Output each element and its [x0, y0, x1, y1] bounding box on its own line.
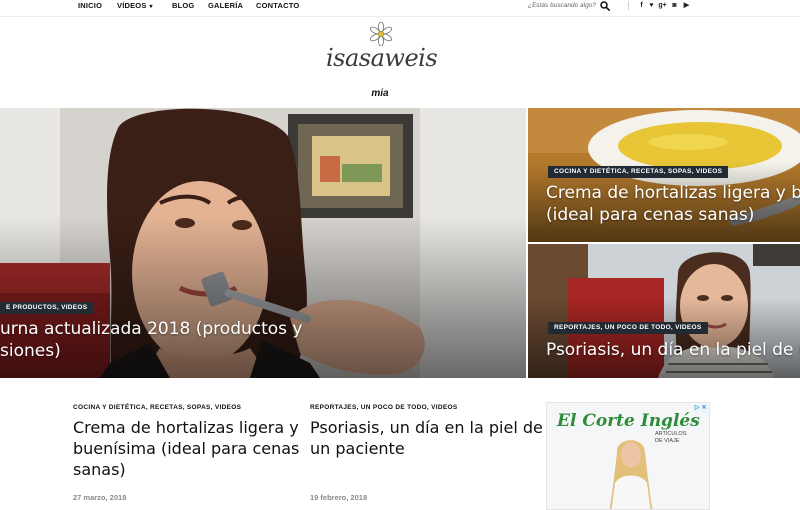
twitter-icon[interactable]: ♥	[647, 0, 656, 12]
search-input[interactable]	[528, 0, 598, 11]
article-title-line2[interactable]: buenísima (ideal para cenas	[73, 438, 299, 459]
side-top-title-line1[interactable]: Crema de hortalizas ligera y buení	[546, 182, 800, 204]
featured-post-main[interactable]: E PRODUCTOS, VIDEOS urna actualizada 201…	[0, 108, 526, 378]
featured-post-side-top[interactable]: COCINA Y DIETÉTICA, RECETAS, SOPAS, VIDE…	[528, 108, 800, 242]
featured-post-title-line1[interactable]: urna actualizada 2018 (productos y	[0, 318, 303, 340]
nav-item-videos-label: VÍDEOS	[117, 1, 147, 10]
close-icon[interactable]: ✕	[701, 404, 707, 413]
article-title-line2[interactable]: un paciente	[310, 438, 405, 459]
ad-subtitle-line2: DE VIAJE	[655, 438, 680, 444]
category-badge[interactable]: COCINA Y DIETÉTICA, RECETAS, SOPAS, VIDE…	[548, 166, 729, 178]
nav-item-galeria[interactable]: GALERÍA	[208, 0, 243, 14]
google-plus-icon[interactable]: g+	[658, 0, 667, 12]
facebook-icon[interactable]: f	[637, 0, 646, 12]
nav-item-videos[interactable]: VÍDEOS ▾	[117, 0, 153, 14]
nav-item-blog[interactable]: BLOG	[172, 0, 194, 14]
category-badge[interactable]: E PRODUCTOS, VIDEOS	[0, 302, 94, 314]
youtube-icon[interactable]: ▶	[682, 0, 691, 12]
featured-post-side-bottom[interactable]: REPORTAJES, UN POCO DE TODO, VIDEOS Psor…	[528, 244, 800, 378]
search-box	[528, 0, 612, 12]
nav-item-inicio[interactable]: INICIO	[78, 0, 102, 14]
ad-model-image	[609, 440, 653, 509]
advertisement-banner[interactable]: ▷ ✕ El Corte Inglés ARTÍCULOS DE VIAJE	[546, 402, 710, 510]
nav-item-contacto[interactable]: CONTACTO	[256, 0, 299, 14]
article-title-line1[interactable]: Psoriasis, un día en la piel de	[310, 417, 543, 438]
article-category[interactable]: REPORTAJES, UN POCO DE TODO, VIDEOS	[310, 404, 458, 411]
chevron-down-icon: ▾	[149, 4, 153, 10]
article-title-line3[interactable]: sanas)	[73, 459, 126, 480]
logo-tagline: mia	[371, 88, 389, 99]
top-navigation-bar: INICIO VÍDEOS▾ BLOG GALERÍA CONTACTO f ♥…	[0, 0, 800, 17]
side-bottom-title-line1[interactable]: Psoriasis, un día en la piel de un pa	[546, 339, 800, 361]
ad-subtitle: ARTÍCULOS DE VIAJE	[655, 431, 707, 445]
image-shade	[0, 216, 526, 378]
edelweiss-flower-icon	[370, 22, 392, 46]
ad-subtitle-line1: ARTÍCULOS	[655, 431, 687, 437]
divider	[628, 1, 629, 10]
article-title-line1[interactable]: Crema de hortalizas ligera y	[73, 417, 299, 438]
instagram-icon[interactable]: ◙	[670, 0, 679, 12]
search-icon[interactable]	[600, 1, 610, 11]
article-date: 19 febrero, 2018	[310, 493, 368, 502]
ad-brand-logo: El Corte Inglés	[557, 411, 700, 431]
article-category[interactable]: COCINA Y DIETÉTICA, RECETAS, SOPAS, VIDE…	[73, 404, 241, 411]
category-badge[interactable]: REPORTAJES, UN POCO DE TODO, VIDEOS	[548, 322, 708, 334]
logo-wordmark: isasaweis	[326, 44, 438, 72]
side-top-title-line2[interactable]: (ideal para cenas sanas)	[546, 204, 754, 226]
site-logo[interactable]: isasaweis	[326, 22, 438, 86]
featured-post-title-line2[interactable]: siones)	[0, 340, 61, 362]
image-shade	[528, 297, 800, 378]
article-date: 27 marzo, 2018	[73, 493, 127, 502]
